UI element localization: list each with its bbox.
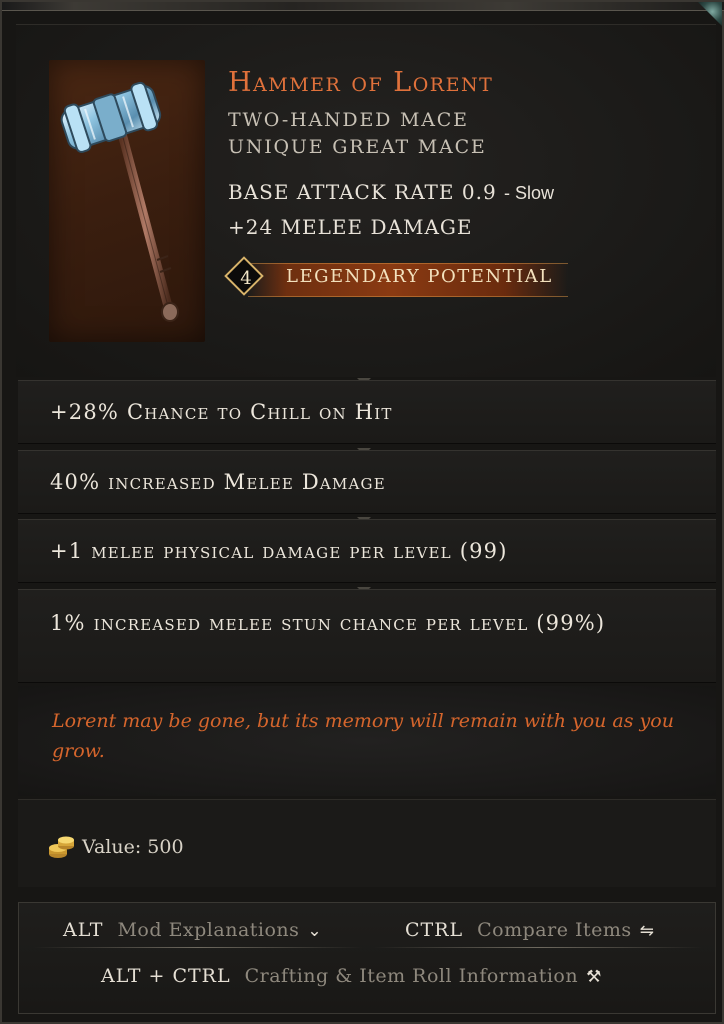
ctrl-key-label: CTRL	[405, 919, 464, 941]
great-mace-icon	[60, 81, 179, 322]
alt-ctrl-key-label: ALT + CTRL	[101, 965, 231, 987]
chevron-down-icon: ⌄	[307, 921, 322, 941]
affix-text: 1% increased melee stun chance per level…	[50, 611, 606, 635]
compare-items-hint[interactable]: CTRL Compare Items ⇋	[405, 919, 654, 941]
mod-explanations-label: Mod Explanations	[117, 919, 300, 941]
compare-arrows-icon: ⇋	[639, 921, 654, 941]
affix-row: 1% increased melee stun chance per level…	[18, 589, 716, 683]
item-value-label: Value: 500	[82, 836, 184, 858]
tooltip-top-border	[2, 2, 724, 11]
affix-text: +28% Chance to Chill on Hit	[50, 400, 393, 424]
affix-text: 40% increased Melee Damage	[50, 470, 386, 494]
implicit-stat: +24 Melee Damage	[228, 215, 472, 239]
affix-row: +28% Chance to Chill on Hit	[18, 380, 716, 444]
item-header: Hammer of Lorent Two-Handed Mace Unique …	[16, 24, 716, 377]
hint-divider	[373, 947, 703, 948]
alt-key-label: ALT	[63, 919, 104, 941]
legendary-potential: 4 Legendary Potential	[224, 256, 573, 299]
gold-coins-icon	[49, 836, 74, 858]
base-attack-rate: Base Attack Rate 0.9 - Slow	[228, 180, 554, 204]
item-subtype: Two-Handed Mace	[228, 109, 469, 131]
hint-divider	[33, 947, 363, 948]
legendary-potential-value: 4	[240, 268, 252, 289]
attack-speed-category: - Slow	[504, 183, 555, 203]
item-value: Value: 500	[18, 799, 716, 887]
affix-row: +1 melee physical damage per level (99)	[18, 519, 716, 583]
mod-explanations-hint[interactable]: ALT Mod Explanations ⌄	[63, 919, 322, 941]
base-attack-rate-label: Base Attack Rate	[228, 180, 455, 204]
hammer-icon: ⚒	[586, 967, 602, 987]
base-attack-rate-value: 0.9	[461, 180, 497, 204]
item-name: Hammer of Lorent	[228, 67, 494, 98]
crafting-info-label: Crafting & Item Roll Information	[244, 965, 579, 987]
legendary-potential-label: Legendary Potential	[286, 266, 553, 287]
tooltip-key-hints: ALT Mod Explanations ⌄ CTRL Compare Items ⇋ …	[18, 902, 716, 1014]
affix-text: +1 melee physical damage per level (99)	[50, 539, 508, 563]
compare-items-label: Compare Items	[477, 919, 632, 941]
item-lore: Lorent may be gone, but its memory will …	[18, 686, 716, 796]
item-tooltip: Hammer of Lorent Two-Handed Mace Unique …	[0, 0, 724, 1024]
item-portrait	[49, 60, 205, 342]
implicit-stat-text: +24 Melee Damage	[228, 215, 473, 239]
crafting-info-hint[interactable]: ALT + CTRL Crafting & Item Roll Informati…	[101, 965, 601, 987]
affix-row: 40% increased Melee Damage	[18, 450, 716, 514]
item-rarity-type: Unique Great Mace	[228, 136, 487, 158]
